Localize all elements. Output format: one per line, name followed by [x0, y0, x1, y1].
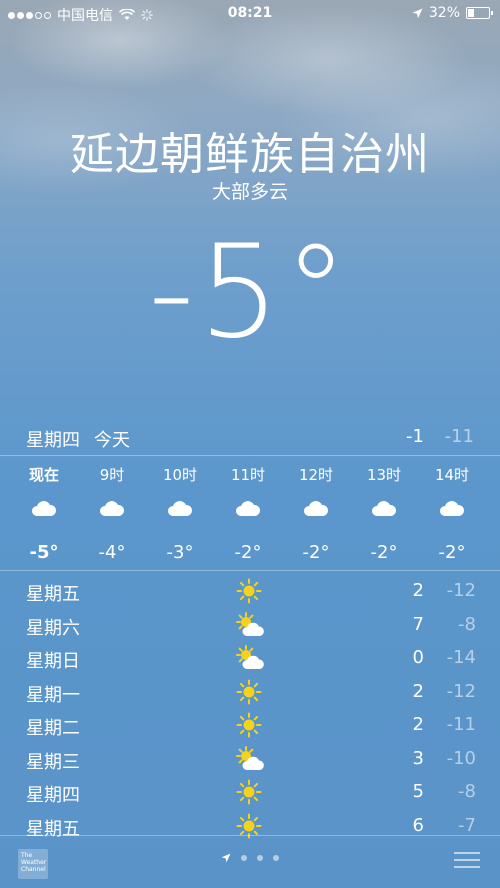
- day-name: 星期一: [26, 684, 80, 706]
- hourly-item: 10时 -3°: [146, 456, 214, 563]
- day-low: -8: [458, 781, 476, 802]
- status-bar: 中国电信 08:21 32%: [0, 0, 500, 28]
- day-name: 星期日: [26, 651, 80, 672]
- location-arrow-icon: [412, 8, 423, 18]
- day-low: -14: [446, 647, 476, 668]
- daily-row: 星期四 5 -8: [0, 775, 500, 809]
- day-high: 7: [412, 613, 424, 635]
- page-dot: [273, 855, 279, 861]
- cloud-icon: [146, 500, 214, 530]
- hour-temperature: -2°: [370, 542, 398, 563]
- hour-temperature: -3°: [166, 542, 194, 563]
- divider: [0, 570, 500, 571]
- day-low: -12: [446, 680, 476, 702]
- location-arrow-icon: [221, 853, 231, 863]
- cloud-icon: [350, 500, 418, 530]
- battery-icon: [466, 7, 493, 19]
- daily-row: 星期二 2 -11: [0, 708, 500, 742]
- hour-label: 11时: [230, 466, 266, 484]
- day-high: 3: [412, 747, 424, 769]
- day-name: 星期二: [26, 718, 80, 739]
- hourly-forecast[interactable]: 现在 -5° 9时 -4° 10时 -3° 11时 -2° 12时 -2° 13时 -2° 14时 -2°: [0, 456, 500, 570]
- today-day: 星期四: [26, 430, 80, 451]
- day-high: 6: [412, 814, 424, 836]
- page-indicator[interactable]: [0, 853, 500, 863]
- today-low: -11: [444, 426, 474, 447]
- hour-temperature: -5°: [29, 542, 59, 563]
- battery-fill: [468, 9, 475, 17]
- hour-temperature: -2°: [302, 542, 330, 563]
- day-name: 星期六: [26, 617, 80, 639]
- day-low: -7: [458, 814, 476, 836]
- hourly-item: 11时 -2°: [214, 456, 282, 563]
- daily-row: 星期日 0 -14: [0, 641, 500, 675]
- day-low: -11: [446, 714, 476, 735]
- city-list-icon[interactable]: [454, 852, 480, 873]
- day-low: -10: [446, 747, 476, 769]
- battery-percent: 32%: [428, 5, 460, 21]
- day-low: -8: [458, 613, 476, 635]
- today-summary: 星期四 今天 -1 -11: [0, 422, 500, 454]
- day-high: 2: [412, 580, 424, 601]
- hour-label: 现在: [28, 466, 59, 484]
- hourly-item: 12时 -2°: [282, 456, 350, 563]
- weather-condition: 大部多云: [211, 181, 288, 203]
- hour-temperature: -2°: [438, 542, 466, 563]
- cloud-icon: [418, 500, 486, 530]
- day-high: 5: [412, 781, 424, 802]
- day-high: 0: [412, 647, 424, 668]
- status-right: 32%: [412, 5, 493, 21]
- day-high: 2: [412, 680, 424, 702]
- cloud-icon: [214, 500, 282, 530]
- day-high: 2: [412, 714, 424, 735]
- daily-row: 星期六 7 -8: [0, 608, 500, 642]
- sun-icon: [236, 779, 262, 810]
- day-name: 星期五: [26, 584, 80, 605]
- bottom-toolbar: The Weather Channel: [0, 836, 500, 888]
- city-name: 延边朝鲜族自治州: [70, 129, 430, 180]
- daily-row: 星期一 2 -12: [0, 675, 500, 709]
- cloud-icon: [10, 500, 78, 530]
- cloud-icon: [282, 500, 350, 530]
- sun-icon: [236, 578, 262, 609]
- hour-label: 10时: [162, 466, 198, 484]
- today-label: 今天: [94, 430, 130, 451]
- partly-cloudy-icon: [236, 745, 266, 777]
- daily-row: 星期三 3 -10: [0, 742, 500, 776]
- hourly-item: 13时 -2°: [350, 456, 418, 563]
- today-high: -1: [406, 426, 424, 447]
- day-name: 星期四: [26, 785, 80, 806]
- hour-temperature: -4°: [98, 542, 126, 563]
- daily-row: 星期五 2 -12: [0, 574, 500, 608]
- sun-icon: [236, 679, 262, 710]
- page-dot: [241, 855, 247, 861]
- hour-label: 14时: [434, 466, 470, 484]
- hour-temperature: -2°: [234, 542, 262, 563]
- hour-label: 13时: [366, 466, 402, 484]
- hourly-item: 14时 -2°: [418, 456, 486, 563]
- hour-label: 12时: [298, 466, 334, 484]
- partly-cloudy-icon: [236, 645, 266, 676]
- hourly-item: 现在 -5°: [10, 456, 78, 563]
- hour-label: 9时: [99, 466, 125, 484]
- page-dot: [257, 855, 263, 861]
- sun-icon: [236, 712, 262, 743]
- current-temperature: -5°: [148, 218, 352, 367]
- hourly-item: 9时 -4°: [78, 456, 146, 563]
- day-name: 星期三: [26, 751, 80, 773]
- cloud-icon: [78, 500, 146, 530]
- day-low: -12: [446, 580, 476, 601]
- partly-cloudy-icon: [236, 611, 266, 643]
